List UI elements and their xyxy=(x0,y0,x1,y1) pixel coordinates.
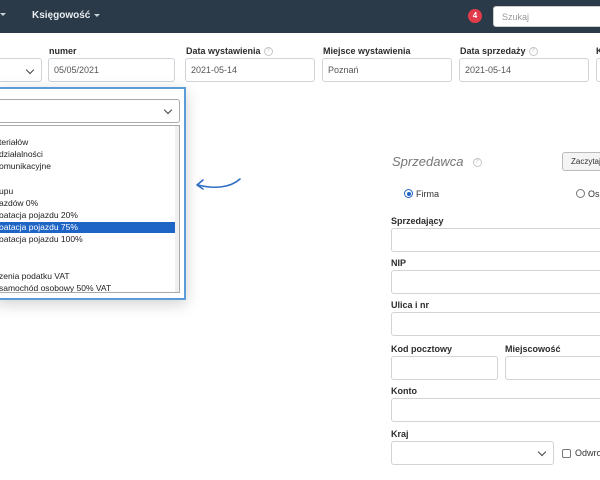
nip-label: NIP xyxy=(391,258,407,268)
issue-place-label: Miejsce wystawienia xyxy=(323,46,411,56)
fetch-seller-button[interactable]: Zaczytaj xyxy=(562,152,600,171)
dropdown-option[interactable] xyxy=(0,174,177,185)
notification-badge[interactable]: 4 xyxy=(468,9,482,23)
help-icon[interactable]: ? xyxy=(528,47,538,57)
dropdown-option[interactable]: upu xyxy=(0,186,177,197)
account-input[interactable] xyxy=(391,398,600,422)
street-input[interactable] xyxy=(391,312,600,336)
partial-column-input[interactable] xyxy=(596,58,600,82)
nip-input[interactable] xyxy=(391,270,600,294)
help-icon[interactable]: ? xyxy=(263,47,273,57)
top-navbar: Księgowość 4 xyxy=(0,0,600,33)
city-label: Miejscowość xyxy=(505,344,561,354)
street-label: Ulica i nr xyxy=(391,300,430,310)
radio-person-label: Os xyxy=(588,189,600,199)
reverse-charge-checkbox[interactable] xyxy=(562,449,571,458)
nav-menu-label: Księgowość xyxy=(32,10,91,21)
dropdown-scrollbar[interactable] xyxy=(175,126,179,292)
vat-category-options-list[interactable]: teriałów działalności omunikacyjne upu a… xyxy=(0,125,180,293)
issue-date-label-text: Data wystawienia xyxy=(186,46,261,56)
issue-place-input[interactable]: Poznań xyxy=(322,58,452,82)
account-label: Konto xyxy=(391,386,417,396)
country-select[interactable] xyxy=(391,441,554,465)
postal-code-label: Kod pocztowy xyxy=(391,344,452,354)
city-input[interactable] xyxy=(505,356,600,380)
sale-date-label: Data sprzedaży? xyxy=(460,46,538,57)
radio-person[interactable] xyxy=(576,189,585,198)
nav-menu-accounting[interactable]: Księgowość xyxy=(32,10,101,21)
pointer-arrow-icon xyxy=(196,178,241,190)
dropdown-option-selected[interactable]: oatacja pojazdu 75% xyxy=(0,222,177,233)
country-label: Kraj xyxy=(391,429,409,439)
partial-column-label: K xyxy=(596,46,600,56)
numer-input[interactable]: 05/05/2021 xyxy=(48,58,175,82)
radio-company-label: Firma xyxy=(416,189,439,199)
dropdown-option[interactable]: działalności xyxy=(0,149,177,160)
chevron-down-icon xyxy=(163,105,173,115)
seller-section-title: Sprzedawca? xyxy=(392,154,482,169)
issue-date-input[interactable]: 2021-05-14 xyxy=(185,58,315,82)
reverse-charge-label: Odwro xyxy=(575,448,600,458)
dropdown-option[interactable]: teriałów xyxy=(0,137,177,148)
numer-label: numer xyxy=(49,46,77,56)
dropdown-option[interactable]: zenia podatku VAT xyxy=(0,271,177,282)
chevron-down-icon xyxy=(94,13,101,17)
search-input[interactable] xyxy=(493,6,600,27)
document-type-select[interactable] xyxy=(0,58,42,82)
sale-date-input[interactable]: 2021-05-14 xyxy=(459,58,589,82)
dropdown-option[interactable] xyxy=(0,247,177,258)
seller-name-label: Sprzedający xyxy=(391,216,444,226)
seller-name-input[interactable] xyxy=(391,228,600,252)
help-icon[interactable]: ? xyxy=(472,158,482,168)
dropdown-option[interactable]: oatacja pojazdu 20% xyxy=(0,210,177,221)
dropdown-option[interactable]: omunikacyjne xyxy=(0,161,177,172)
sale-date-label-text: Data sprzedaży xyxy=(460,46,526,56)
dropdown-option[interactable]: oatacja pojazdu 100% xyxy=(0,234,177,245)
seller-title-text: Sprzedawca xyxy=(392,154,464,169)
dropdown-option[interactable] xyxy=(0,259,177,270)
chevron-down-icon xyxy=(25,65,35,75)
vat-category-select[interactable] xyxy=(0,99,180,123)
radio-company[interactable] xyxy=(404,189,413,198)
dropdown-option[interactable]: samochód osobowy 50% VAT xyxy=(0,283,177,292)
chevron-down-icon[interactable] xyxy=(0,13,6,16)
chevron-down-icon xyxy=(537,447,547,457)
dropdown-option[interactable]: azdów 0% xyxy=(0,198,177,209)
postal-code-input[interactable] xyxy=(391,356,498,380)
issue-date-label: Data wystawienia? xyxy=(186,46,273,57)
